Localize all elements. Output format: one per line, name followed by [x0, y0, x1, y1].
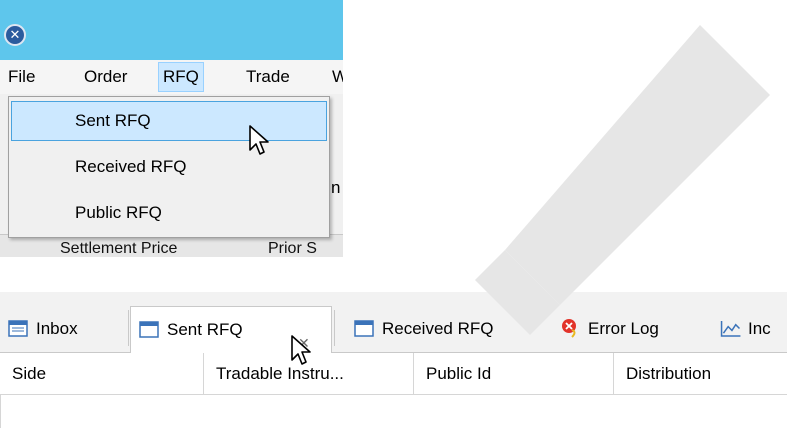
menu-item-received-rfq[interactable]: Received RFQ	[11, 147, 327, 187]
background-column-prior: Prior S	[268, 240, 317, 257]
tab-received-rfq-label: Received RFQ	[382, 319, 494, 338]
tab-inc-label: Inc	[748, 319, 771, 338]
background-column-settlement-price: Settlement Price	[60, 240, 178, 257]
error-log-icon	[562, 319, 576, 338]
mouse-cursor-icon	[291, 335, 311, 365]
rfq-dropdown-menu: Sent RFQ Received RFQ Public RFQ	[8, 96, 330, 238]
views-panel-screenshot: Inbox Sent RFQ ✕ Received RFQ Error Log …	[0, 292, 787, 428]
window-icon	[8, 320, 28, 337]
window-icon	[354, 320, 374, 337]
tab-inbox-label: Inbox	[36, 319, 78, 338]
menu-trade[interactable]: Trade	[242, 60, 294, 94]
chart-icon	[720, 320, 741, 337]
column-header-distribution[interactable]: Distribution	[614, 353, 787, 394]
menu-file[interactable]: File	[4, 60, 39, 94]
menu-item-public-rfq[interactable]: Public RFQ	[11, 193, 327, 233]
menu-rfq[interactable]: RFQ	[158, 62, 204, 92]
background-partial-label: n	[331, 178, 341, 197]
app-close-icon[interactable]: ✕	[4, 24, 26, 46]
tab-error-log[interactable]: Error Log	[552, 306, 702, 352]
tab-received-rfq[interactable]: Received RFQ	[346, 306, 546, 352]
mouse-cursor-icon	[249, 125, 269, 155]
window-titlebar: ✕	[0, 0, 343, 60]
column-header-side[interactable]: Side	[0, 353, 204, 394]
menu-bar: File Order RFQ Trade W	[0, 60, 343, 94]
tab-error-log-label: Error Log	[588, 319, 659, 338]
tab-sent-rfq-label: Sent RFQ	[167, 320, 243, 339]
table-body	[0, 395, 787, 428]
column-header-public-id[interactable]: Public Id	[414, 353, 614, 394]
menu-item-sent-rfq[interactable]: Sent RFQ	[11, 101, 327, 141]
tab-inc[interactable]: Inc	[712, 306, 787, 352]
view-tab-bar: Inbox Sent RFQ ✕ Received RFQ Error Log …	[0, 292, 787, 354]
rfq-menu-screenshot: ✕ File Order RFQ Trade W n Settlement Pr…	[0, 0, 343, 257]
tab-inbox[interactable]: Inbox	[0, 306, 126, 352]
menu-window[interactable]: W	[328, 60, 343, 94]
menu-order[interactable]: Order	[80, 60, 131, 94]
table-header-row: Side Tradable Instru... Public Id Distri…	[0, 353, 787, 395]
window-icon	[139, 321, 159, 338]
